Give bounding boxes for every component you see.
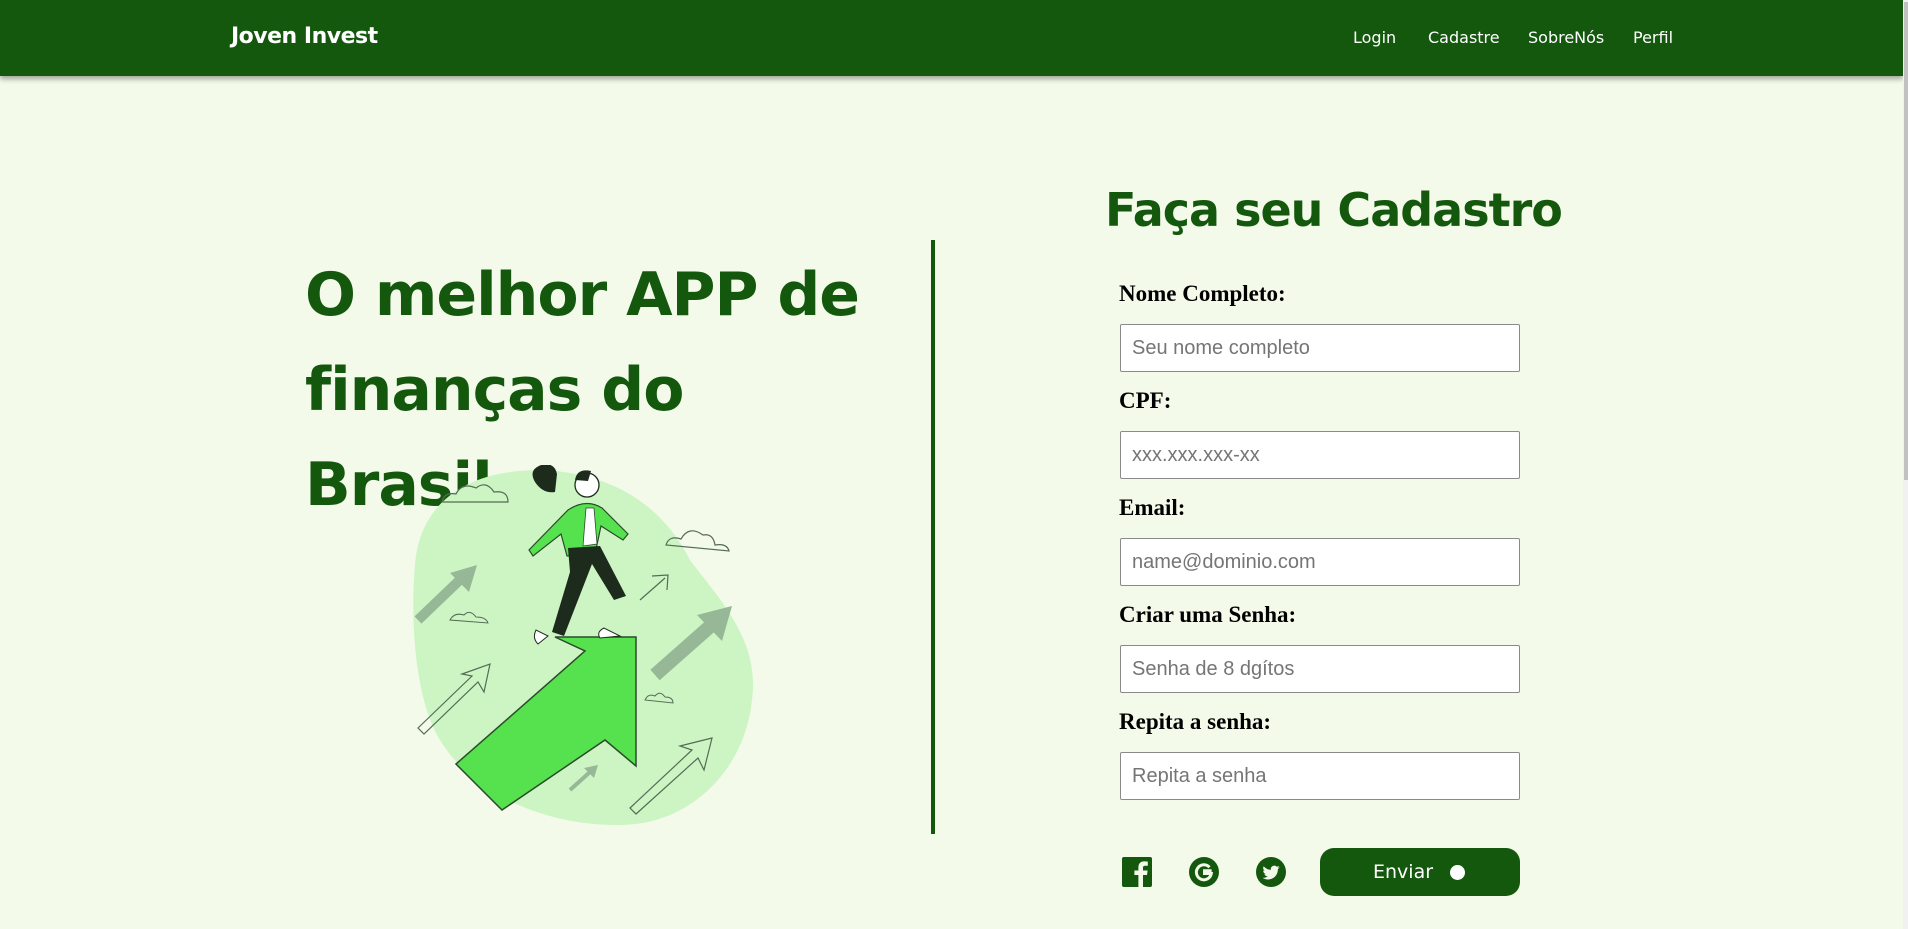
nav-link-perfil[interactable]: Perfil: [1633, 28, 1673, 47]
facebook-icon[interactable]: [1121, 856, 1153, 888]
label-repita-senha: Repita a senha:: [1119, 709, 1272, 734]
form-title: Faça seu Cadastro: [1105, 183, 1563, 237]
nav-link-cadastre[interactable]: Cadastre: [1428, 28, 1500, 47]
label-nome-completo: Nome Completo:: [1119, 281, 1286, 306]
senha-input[interactable]: [1120, 645, 1520, 693]
nav-link-login[interactable]: Login: [1353, 28, 1396, 47]
loading-dot-icon: [1450, 865, 1465, 880]
twitter-icon[interactable]: [1255, 856, 1287, 888]
growth-illustration: [413, 465, 754, 826]
repita-senha-input[interactable]: [1120, 752, 1520, 800]
scrollbar-thumb[interactable]: [1904, 2, 1908, 480]
submit-button-label: Enviar: [1373, 861, 1434, 883]
navbar: Joven Invest Login Cadastre SobreNós Per…: [0, 0, 1903, 76]
cpf-input[interactable]: [1120, 431, 1520, 479]
nav-link-sobre-nos[interactable]: SobreNós: [1528, 28, 1604, 47]
page-scrollbar[interactable]: [1903, 0, 1908, 929]
submit-button[interactable]: Enviar: [1320, 848, 1520, 896]
google-icon[interactable]: [1188, 856, 1220, 888]
nome-completo-input[interactable]: [1120, 324, 1520, 372]
label-criar-senha: Criar uma Senha:: [1119, 602, 1297, 627]
label-email: Email:: [1119, 495, 1186, 520]
brand-logo[interactable]: Joven Invest: [231, 24, 378, 49]
label-cpf: CPF:: [1119, 388, 1172, 413]
email-input[interactable]: [1120, 538, 1520, 586]
section-divider: [931, 240, 935, 834]
